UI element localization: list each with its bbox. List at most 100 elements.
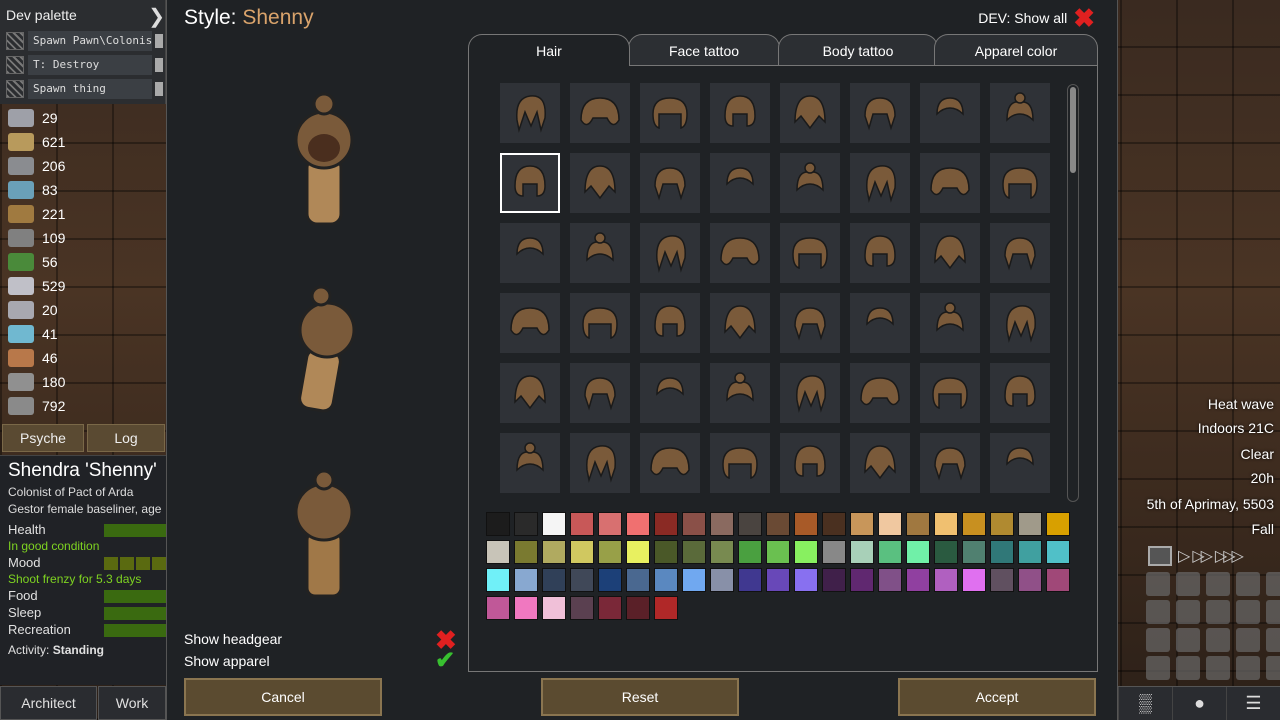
settings-icon[interactable] <box>1176 572 1200 596</box>
color-swatch[interactable] <box>542 568 566 592</box>
color-swatch[interactable] <box>598 540 622 564</box>
hair-style-option[interactable] <box>920 223 980 283</box>
recreation-row[interactable]: Recreation <box>0 622 166 639</box>
settings-icon[interactable] <box>1176 600 1200 624</box>
color-swatch[interactable] <box>878 568 902 592</box>
settings-icon[interactable] <box>1206 656 1230 680</box>
tab-hair[interactable]: Hair <box>468 34 630 66</box>
resource-row[interactable]: 41 <box>0 322 88 346</box>
color-swatch[interactable] <box>1018 540 1042 564</box>
accept-button[interactable]: Accept <box>898 678 1096 716</box>
color-swatch[interactable] <box>934 540 958 564</box>
color-swatch[interactable] <box>822 512 846 536</box>
settings-icon[interactable] <box>1266 656 1280 680</box>
hair-style-option[interactable] <box>850 363 910 423</box>
drag-handle-icon[interactable] <box>6 56 24 74</box>
resource-row[interactable]: 109 <box>0 226 88 250</box>
trash-icon[interactable] <box>155 58 163 72</box>
psyche-tab[interactable]: Psyche <box>2 424 84 452</box>
color-swatch[interactable] <box>710 540 734 564</box>
apparel-check-icon[interactable]: ✔ <box>435 649 455 673</box>
color-swatch[interactable] <box>766 568 790 592</box>
dev-palette-collapse-icon[interactable]: ❯ <box>148 4 165 29</box>
resource-row[interactable]: 56 <box>0 250 88 274</box>
settings-icon[interactable] <box>1206 572 1230 596</box>
pause-icon[interactable] <box>1148 546 1172 566</box>
research-bulb-icon[interactable]: ● <box>1172 687 1226 720</box>
hair-style-option[interactable] <box>780 363 840 423</box>
hair-style-option[interactable] <box>780 153 840 213</box>
hair-style-option[interactable] <box>640 83 700 143</box>
color-swatch[interactable] <box>1046 568 1070 592</box>
settings-icon[interactable] <box>1146 600 1170 624</box>
dev-palette-item[interactable]: Spawn thing <box>6 79 166 99</box>
speed-3-icon[interactable]: ▷▷▷ <box>1215 546 1244 566</box>
hair-style-option[interactable] <box>640 153 700 213</box>
color-swatch[interactable] <box>626 540 650 564</box>
color-swatch[interactable] <box>794 540 818 564</box>
settings-icon[interactable] <box>1266 628 1280 652</box>
hair-style-option[interactable] <box>640 363 700 423</box>
color-swatch[interactable] <box>710 512 734 536</box>
settings-icon[interactable] <box>1146 628 1170 652</box>
color-swatch[interactable] <box>570 540 594 564</box>
hair-style-option[interactable] <box>850 293 910 353</box>
color-swatch[interactable] <box>850 512 874 536</box>
hair-style-option[interactable] <box>990 83 1050 143</box>
settings-icon[interactable] <box>1236 656 1260 680</box>
hair-style-option[interactable] <box>710 223 770 283</box>
cross-icon[interactable]: ✖ <box>1073 5 1095 31</box>
resource-row[interactable]: 621 <box>0 130 88 154</box>
color-swatch[interactable] <box>738 512 762 536</box>
color-swatch[interactable] <box>766 512 790 536</box>
hair-style-option[interactable] <box>710 153 770 213</box>
hair-style-option[interactable] <box>780 433 840 493</box>
color-swatch[interactable] <box>654 596 678 620</box>
color-swatch[interactable] <box>626 596 650 620</box>
dev-palette-item-label[interactable]: T: Destroy <box>28 55 152 75</box>
settings-icon[interactable] <box>1146 572 1170 596</box>
color-swatch[interactable] <box>486 540 510 564</box>
settings-icon[interactable] <box>1266 572 1280 596</box>
hair-style-option[interactable] <box>920 433 980 493</box>
color-swatch[interactable] <box>766 540 790 564</box>
color-swatch[interactable] <box>1046 540 1070 564</box>
drag-handle-icon[interactable] <box>6 80 24 98</box>
hair-style-option[interactable] <box>920 363 980 423</box>
color-swatch[interactable] <box>598 512 622 536</box>
hair-grid-scrollbar[interactable] <box>1067 84 1079 502</box>
hair-style-option[interactable] <box>850 153 910 213</box>
drag-handle-icon[interactable] <box>6 32 24 50</box>
color-swatch[interactable] <box>990 568 1014 592</box>
color-swatch[interactable] <box>514 596 538 620</box>
color-swatch[interactable] <box>542 540 566 564</box>
hair-style-option[interactable] <box>640 433 700 493</box>
menu-icon[interactable]: ☰ <box>1226 687 1280 720</box>
color-swatch[interactable] <box>962 512 986 536</box>
color-swatch[interactable] <box>682 540 706 564</box>
hair-style-option[interactable] <box>570 363 630 423</box>
reset-button[interactable]: Reset <box>541 678 739 716</box>
hair-style-option[interactable] <box>640 223 700 283</box>
color-swatch[interactable] <box>570 512 594 536</box>
settings-icon[interactable] <box>1206 628 1230 652</box>
color-swatch[interactable] <box>794 568 818 592</box>
dev-palette-item[interactable]: T: Destroy <box>6 55 166 75</box>
log-tab[interactable]: Log <box>87 424 165 452</box>
color-swatch[interactable] <box>626 568 650 592</box>
hair-style-option[interactable] <box>500 293 560 353</box>
hair-style-option[interactable] <box>710 363 770 423</box>
hair-style-option[interactable] <box>500 153 560 213</box>
trash-icon[interactable] <box>155 82 163 96</box>
hair-style-option[interactable] <box>850 83 910 143</box>
color-swatch[interactable] <box>1018 568 1042 592</box>
color-swatch[interactable] <box>822 568 846 592</box>
color-swatch[interactable] <box>514 512 538 536</box>
hair-style-option[interactable] <box>710 433 770 493</box>
hair-style-option[interactable] <box>710 293 770 353</box>
architect-button[interactable]: Architect <box>0 686 97 720</box>
scrollbar-thumb[interactable] <box>1070 87 1076 173</box>
hair-style-option[interactable] <box>850 433 910 493</box>
hair-style-option[interactable] <box>920 293 980 353</box>
settings-icon[interactable] <box>1176 656 1200 680</box>
